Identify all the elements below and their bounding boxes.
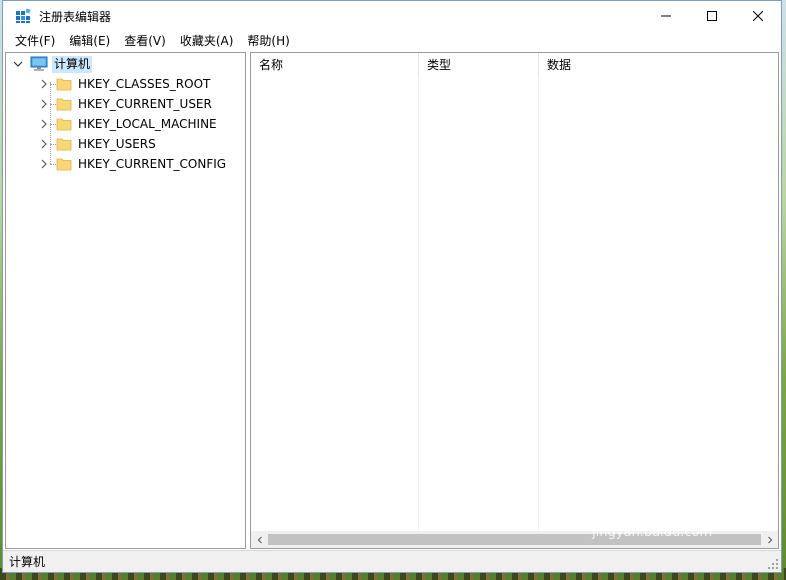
- registry-editor-window: 注册表编辑器 文件(F) 编辑(E) 查看(V) 收藏夹(A) 帮助(H) 计算…: [2, 0, 782, 573]
- maximize-button[interactable]: [689, 1, 735, 31]
- chevron-left-icon: [257, 536, 262, 543]
- window-controls: [643, 1, 781, 31]
- menu-edit[interactable]: 编辑(E): [62, 31, 117, 51]
- regedit-app-icon: [15, 8, 31, 24]
- expand-chevron-icon[interactable]: [38, 98, 50, 110]
- tree-node-label: HKEY_CLASSES_ROOT: [78, 76, 211, 91]
- menu-view[interactable]: 查看(V): [117, 31, 173, 51]
- folder-icon: [56, 77, 72, 91]
- minimize-button[interactable]: [643, 1, 689, 31]
- expand-chevron-icon[interactable]: [38, 118, 50, 130]
- column-header-data[interactable]: 数据: [539, 53, 778, 77]
- column-divider: [418, 77, 419, 530]
- key-tree-pane[interactable]: 计算机 HKEY_CLASSES_ROOT HKEY_CURRENT_USER …: [5, 52, 246, 549]
- status-bar: 计算机: [3, 550, 781, 572]
- menu-help[interactable]: 帮助(H): [240, 31, 296, 51]
- tree-connector: [50, 103, 56, 105]
- folder-icon: [56, 137, 72, 151]
- tree-connector: [50, 143, 56, 145]
- close-button[interactable]: [735, 1, 781, 31]
- computer-icon: [30, 56, 48, 72]
- expand-chevron-icon[interactable]: [38, 158, 50, 170]
- tree-node-label: 计算机: [52, 55, 93, 73]
- tree-connector: [50, 83, 56, 85]
- title-bar[interactable]: 注册表编辑器: [3, 1, 781, 31]
- tree-node-hkey-current-config[interactable]: HKEY_CURRENT_CONFIG: [38, 155, 228, 173]
- column-header-type[interactable]: 类型: [419, 53, 539, 77]
- tree-node-label: HKEY_USERS: [78, 136, 156, 151]
- tree-node-label: HKEY_LOCAL_MACHINE: [78, 116, 217, 131]
- tree-node-label: HKEY_CURRENT_USER: [78, 96, 212, 111]
- column-divider: [538, 77, 539, 530]
- collapse-chevron-icon[interactable]: [12, 58, 24, 70]
- expand-chevron-icon[interactable]: [38, 78, 50, 90]
- close-icon: [753, 11, 763, 21]
- chevron-right-icon: [767, 536, 772, 543]
- status-path: 计算机: [9, 555, 46, 569]
- folder-icon: [56, 97, 72, 111]
- resize-grip-icon[interactable]: [767, 558, 779, 570]
- tree-node-hkey-local-machine[interactable]: HKEY_LOCAL_MACHINE: [38, 115, 219, 133]
- menu-favorites[interactable]: 收藏夹(A): [173, 31, 241, 51]
- tree-node-hkey-users[interactable]: HKEY_USERS: [38, 135, 158, 153]
- main-content: 计算机 HKEY_CLASSES_ROOT HKEY_CURRENT_USER …: [5, 52, 779, 550]
- maximize-icon: [707, 11, 717, 21]
- tree-connector: [50, 123, 56, 125]
- list-header: 名称 类型 数据: [251, 53, 778, 77]
- minimize-icon: [661, 15, 671, 17]
- tree-connector: [50, 163, 56, 165]
- menu-bar: 文件(F) 编辑(E) 查看(V) 收藏夹(A) 帮助(H): [3, 31, 781, 51]
- scroll-left-button[interactable]: [251, 531, 268, 548]
- value-list-pane[interactable]: 名称 类型 数据 Bai du 经验 jingyan.baidu.com: [250, 52, 779, 549]
- tree-node-hkey-current-user[interactable]: HKEY_CURRENT_USER: [38, 95, 214, 113]
- scroll-right-button[interactable]: [761, 531, 778, 548]
- watermark-logo: Bai du 经验: [556, 489, 749, 529]
- folder-icon: [56, 117, 72, 131]
- column-header-name[interactable]: 名称: [251, 53, 419, 77]
- baidu-jingyan-watermark: Bai du 经验 jingyan.baidu.com: [556, 489, 749, 540]
- tree-node-label: HKEY_CURRENT_CONFIG: [78, 156, 227, 171]
- window-title: 注册表编辑器: [39, 9, 112, 24]
- menu-file[interactable]: 文件(F): [8, 31, 62, 51]
- tree-node-hkey-classes-root[interactable]: HKEY_CLASSES_ROOT: [38, 75, 212, 93]
- expand-chevron-icon[interactable]: [38, 138, 50, 150]
- folder-icon: [56, 157, 72, 171]
- tree-node-computer[interactable]: 计算机: [12, 55, 93, 73]
